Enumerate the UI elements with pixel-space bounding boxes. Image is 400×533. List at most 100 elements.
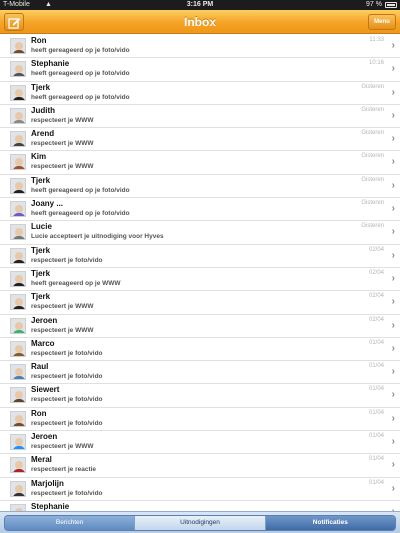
list-item[interactable]: Lucie Lucie accepteert je uitnodiging voo… (0, 221, 400, 245)
list-item[interactable]: Tjerk heeft gereageerd op je foto/vido Gis… (0, 81, 400, 105)
chevron-right-icon: › (391, 389, 395, 401)
sender-name: Judith (31, 105, 55, 115)
sender-name: Tjerk (31, 268, 51, 278)
message-date: 01/04 (368, 339, 384, 346)
list-item[interactable]: Jeroen respecteert je WWW 02/04 › (0, 314, 400, 338)
avatar (10, 364, 26, 381)
chevron-right-icon: › (391, 40, 395, 51)
message-date: Gisteren (361, 223, 384, 230)
sender-name: Marco (31, 338, 55, 348)
chevron-right-icon: › (391, 319, 395, 331)
list-item[interactable]: Meral respecteert je reactie 01/04 › (0, 454, 400, 478)
avatar (10, 177, 26, 194)
sender-name: Arend (31, 129, 55, 139)
message-list: Ron heeft gereageerd op je foto/vido 11:33… (0, 35, 400, 511)
list-item[interactable]: Siewert respecteert je foto/vido 01/04 › (0, 384, 400, 408)
sender-name: Stephanie (31, 501, 70, 511)
message-date: Gisteren (361, 106, 384, 113)
list-item[interactable]: Joany ... heeft gereageerd op je foto/vid… (0, 198, 400, 222)
message-date: Gisteren (361, 130, 384, 137)
message-date: 01/04 (368, 479, 384, 486)
list-item[interactable]: Kim respecteert je WWW Gisteren › (0, 151, 400, 175)
tab-bar: Berichten Uitnodigingen Notificaties (0, 511, 400, 533)
chevron-right-icon: › (391, 63, 395, 75)
message-date: 01/04 (368, 386, 384, 393)
message-date: 02/04 (368, 246, 384, 253)
avatar (10, 61, 26, 78)
sender-name: Marjolijn (31, 478, 64, 488)
avatar (10, 410, 26, 427)
list-item[interactable]: Stephanie heeft gereageerd op je foto/vid… (0, 58, 400, 82)
list-item[interactable]: Tjerk heeft gereageerd op je foto/vido Gis… (0, 174, 400, 199)
battery-percent: 97 % (366, 1, 382, 8)
chevron-right-icon: › (391, 436, 395, 448)
list-item[interactable]: Tjerk heeft gereageerd op je WWW 02/04 › (0, 267, 400, 292)
sender-name: Tjerk (31, 82, 51, 92)
avatar (10, 270, 26, 287)
message-text: heeft gereageerd op je WWW (31, 279, 121, 287)
sender-name: Ron (31, 36, 47, 45)
message-text: heeft gereageerd op je foto/vido (31, 47, 130, 54)
message-text: respecteert je WWW (31, 326, 94, 334)
segmented-control: Berichten Uitnodigingen Notificaties (4, 515, 396, 531)
sender-name: Ron (31, 408, 47, 418)
list-item[interactable]: Jeroen respecteert je WWW 01/04 › (0, 431, 400, 455)
list-item[interactable]: Stephanie› (0, 500, 400, 511)
list-item[interactable]: Tjerk respecteert je foto/vido 02/04 › (0, 244, 400, 268)
status-bar: T-Mobile ▲ 3:16 PM 97 % (0, 0, 400, 10)
sender-name: Tjerk (31, 245, 51, 255)
list-item[interactable]: Tjerk respecteert je WWW 02/04 › (0, 291, 400, 315)
list-item[interactable]: Marco respecteert je foto/vido 01/04 › (0, 337, 400, 362)
list-item[interactable]: Judith respecteert je WWW Gisteren › (0, 104, 400, 129)
sender-name: Joany ... (31, 199, 64, 209)
list-item[interactable]: Raul respecteert je foto/vido 01/04 › (0, 361, 400, 385)
avatar (10, 434, 26, 451)
chevron-right-icon: › (391, 156, 395, 168)
tab-notificaties[interactable]: Notificaties (265, 516, 395, 530)
list-item[interactable]: Arend respecteert je WWW Gisteren › (0, 128, 400, 152)
sender-name: Raul (31, 362, 49, 372)
avatar (10, 224, 26, 241)
sender-name: Jeroen (31, 432, 58, 442)
menu-button[interactable]: Menu (368, 14, 396, 30)
message-date: 02/04 (368, 269, 384, 276)
chevron-right-icon: › (391, 482, 395, 494)
message-text: respecteert je foto/vido (31, 419, 103, 427)
list-item[interactable]: Marjolijn respecteert je foto/vido 01/04 › (0, 477, 400, 501)
sender-name: Kim (31, 152, 47, 162)
message-text: heeft gereageerd op je foto/vido (31, 70, 130, 78)
message-text: heeft gereageerd op je foto/vido (31, 210, 130, 218)
chevron-right-icon: › (391, 249, 395, 261)
sender-name: Tjerk (31, 292, 51, 302)
message-date: 01/04 (368, 456, 384, 463)
list-item[interactable]: Ron respecteert je foto/vido 01/04 › (0, 407, 400, 432)
tab-uitnodigingen[interactable]: Uitnodigingen (135, 516, 266, 530)
sender-name: Tjerk (31, 175, 51, 185)
avatar (10, 317, 26, 334)
message-date: 02/04 (368, 316, 384, 323)
message-date: Gisteren (361, 83, 384, 90)
chevron-right-icon: › (391, 296, 395, 308)
sender-name: Siewert (31, 385, 60, 395)
message-date: Gisteren (361, 153, 384, 160)
message-text: respecteert je WWW (31, 163, 94, 171)
avatar (10, 154, 26, 171)
avatar (10, 503, 26, 511)
chevron-right-icon: › (391, 133, 395, 145)
message-date: 10:16 (368, 60, 384, 67)
message-text: respecteert je reactie (31, 466, 97, 474)
avatar (10, 107, 26, 124)
tab-berichten[interactable]: Berichten (5, 516, 136, 530)
message-text: respecteert je foto/vido (31, 373, 103, 381)
message-date: 01/04 (368, 433, 384, 440)
sender-name: Jeroen (31, 315, 58, 325)
avatar (10, 294, 26, 311)
chevron-right-icon: › (391, 342, 395, 354)
page-title: Inbox (184, 15, 216, 29)
avatar (10, 38, 26, 54)
message-text: respecteert je foto/vido (31, 396, 103, 404)
chevron-right-icon: › (391, 86, 395, 98)
chevron-right-icon: › (391, 272, 395, 284)
list-item[interactable]: Ron heeft gereageerd op je foto/vido 11:33… (0, 35, 400, 59)
chevron-right-icon: › (391, 226, 395, 238)
